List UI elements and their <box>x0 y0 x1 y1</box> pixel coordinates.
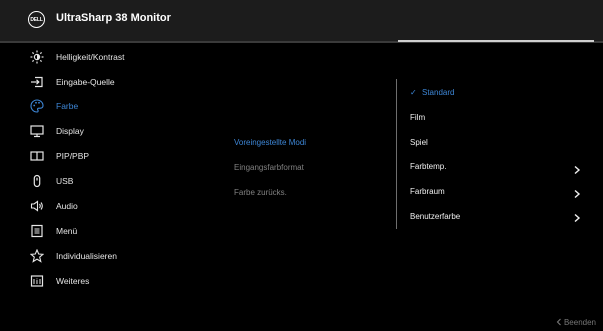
option-farbtemp[interactable]: Farbtemp. <box>410 162 446 171</box>
chevron-right-icon <box>574 213 581 223</box>
osd-window: DELL UltraSharp 38 Monitor Helligkeit/Ko… <box>0 0 603 331</box>
svg-text:i: i <box>36 279 38 286</box>
brightness-icon <box>30 50 44 64</box>
input-source-icon <box>30 75 44 89</box>
usb-icon <box>30 174 44 188</box>
chevron-right-icon <box>574 189 581 199</box>
monitor-title: UltraSharp 38 Monitor <box>56 12 171 24</box>
chevron-right-icon <box>574 165 581 175</box>
menu-label: USB <box>56 176 74 186</box>
exit-label: Beenden <box>563 318 596 327</box>
menu-item-menue[interactable]: Menü <box>30 221 77 241</box>
options-header-underline <box>398 40 594 42</box>
title-bar: DELL UltraSharp 38 Monitor <box>0 0 603 41</box>
others-icon: i <box>30 274 44 288</box>
exit-button[interactable]: Beenden <box>556 318 596 327</box>
menu-label: Menü <box>56 226 78 236</box>
audio-icon <box>30 199 44 213</box>
color-palette-icon <box>30 99 44 113</box>
star-icon <box>30 249 44 263</box>
menu-label: Individualisieren <box>56 251 117 261</box>
menu-icon <box>30 224 44 238</box>
menu-label: Helligkeit/Kontrast <box>56 52 125 62</box>
options-divider <box>396 79 397 229</box>
display-icon <box>30 124 44 138</box>
menu-item-eingabe-quelle[interactable]: Eingabe-Quelle <box>30 72 115 92</box>
menu-item-weiteres[interactable]: i Weiteres <box>30 271 89 291</box>
submenu-farbe-zuruecksetzen[interactable]: Farbe zurücks. <box>234 188 287 197</box>
option-film[interactable]: Film <box>410 113 425 122</box>
option-benutzerfarbe[interactable]: Benutzerfarbe <box>410 212 460 221</box>
menu-item-individualisieren[interactable]: Individualisieren <box>30 246 117 266</box>
menu-item-farbe[interactable]: Farbe <box>30 96 78 116</box>
submenu-eingangsfarbformat[interactable]: Eingangsfarbformat <box>234 163 304 172</box>
selected-check-icon: ✓ <box>410 88 417 97</box>
menu-item-helligkeit-kontrast[interactable]: Helligkeit/Kontrast <box>30 47 125 67</box>
chevron-left-icon <box>556 318 561 326</box>
submenu-voreingestellte-modi[interactable]: Voreingestellte Modi <box>234 138 306 147</box>
menu-label: Eingabe-Quelle <box>56 77 115 87</box>
menu-label: Display <box>56 126 84 136</box>
option-farbraum[interactable]: Farbraum <box>410 187 445 196</box>
menu-item-display[interactable]: Display <box>30 121 84 141</box>
menu-item-audio[interactable]: Audio <box>30 196 78 216</box>
dell-logo: DELL <box>28 11 45 28</box>
menu-label: Farbe <box>56 101 79 111</box>
menu-label: Audio <box>56 201 78 211</box>
menu-label: Weiteres <box>56 276 90 286</box>
menu-item-usb[interactable]: USB <box>30 171 73 191</box>
option-spiel[interactable]: Spiel <box>410 138 428 147</box>
pip-pbp-icon <box>30 149 44 163</box>
menu-label: PIP/PBP <box>56 151 90 161</box>
option-standard[interactable]: Standard <box>422 88 454 97</box>
menu-item-pip-pbp[interactable]: PIP/PBP <box>30 146 89 166</box>
